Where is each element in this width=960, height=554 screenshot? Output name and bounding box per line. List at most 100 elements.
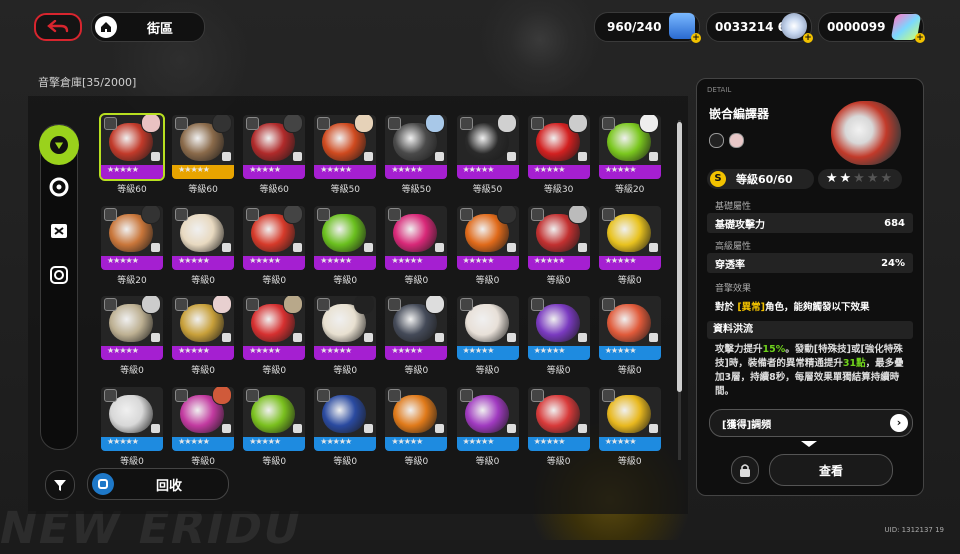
wengine-name: 嵌合編譯器: [709, 107, 770, 121]
wengine-card[interactable]: ★★★★★: [243, 296, 306, 360]
base-stats-heading: 基礎屬性: [715, 202, 752, 212]
lock-icon: [435, 152, 445, 161]
battery-value: 960/240: [607, 20, 662, 34]
card-level: 等級0: [333, 456, 358, 467]
wengine-card[interactable]: ★★★★★: [527, 115, 590, 179]
home-button[interactable]: 街區: [91, 12, 205, 42]
wengine-card[interactable]: ★★★★★: [243, 115, 306, 179]
wengine-card[interactable]: ★★★★★: [101, 296, 163, 360]
wengine-card[interactable]: ★★★★★: [456, 386, 519, 451]
card-level: 等級0: [262, 366, 287, 376]
card-level: 等級60: [259, 185, 289, 195]
lock-icon: [151, 242, 160, 252]
wengine-card[interactable]: ★★★★★: [527, 205, 590, 270]
desc-highlight-pts: 31點: [842, 358, 866, 369]
specialty-icon: [175, 207, 189, 221]
wengine-card[interactable]: ★★★★★: [527, 386, 590, 451]
filter-button[interactable]: [45, 470, 75, 500]
wengine-card[interactable]: ★★★★★: [527, 296, 590, 360]
wengine-card[interactable]: ★★★★★: [314, 205, 377, 270]
wengine-card[interactable]: ★★★★★: [385, 296, 448, 360]
equipped-agent-avatar: [283, 115, 304, 133]
wengine-card[interactable]: ★★★★★: [314, 296, 377, 360]
specialty-icon: [459, 207, 473, 221]
scrollbar-thumb[interactable]: [677, 122, 682, 392]
wengine-card[interactable]: ★★★★★: [172, 115, 235, 179]
chevron-right-icon: ›: [890, 414, 908, 432]
dennies-resource[interactable]: 0033214 69 +: [706, 12, 813, 43]
equipped-agent-avatar: [212, 386, 233, 405]
wengine-card[interactable]: ★★★★★: [243, 386, 306, 451]
category-wengine-tab[interactable]: [39, 125, 79, 165]
wengine-card[interactable]: ★★★★★: [456, 296, 519, 360]
wengine-card[interactable]: ★★★★★: [598, 386, 661, 451]
lock-icon: [293, 242, 303, 252]
card-level: 等級0: [191, 366, 215, 376]
wengine-card[interactable]: ★★★★★: [101, 386, 163, 451]
wengine-card[interactable]: ★★★★★: [598, 205, 661, 270]
card-stars: ★★★★★: [391, 346, 423, 355]
card-level: 等級0: [404, 366, 429, 376]
category-material-tab[interactable]: [41, 213, 77, 249]
polychrome-resource[interactable]: 0000099 +: [818, 12, 925, 43]
card-stars: ★★★★★: [107, 436, 139, 446]
specialty-icon: [388, 207, 402, 221]
wengine-card[interactable]: ★★★★★: [172, 386, 235, 451]
signature-agent-icon: [729, 133, 744, 148]
level-row: S 等級60/60: [707, 169, 814, 189]
lock-icon: [577, 333, 587, 342]
wengine-card[interactable]: ★★★★★: [598, 115, 661, 179]
level-value: 等級60/60: [736, 173, 793, 186]
category-disc-tab[interactable]: [41, 169, 77, 205]
lock-icon: [222, 423, 232, 433]
lock-icon: [648, 423, 658, 433]
lock-icon: [506, 333, 516, 342]
add-dennies-icon[interactable]: +: [803, 33, 813, 43]
lock-button[interactable]: [731, 456, 759, 484]
wengine-card[interactable]: ★★★★★: [385, 205, 448, 270]
wengine-card[interactable]: ★★★★★: [314, 115, 377, 179]
card-stars: ★★★★★: [249, 346, 281, 355]
wengine-card[interactable]: ★★★★★: [385, 386, 448, 451]
expand-caret-icon[interactable]: [801, 441, 817, 447]
wengine-card[interactable]: ★★★★★: [99, 113, 165, 181]
wengine-card[interactable]: ★★★★★: [101, 205, 163, 270]
wengine-card[interactable]: ★★★★★: [385, 115, 448, 179]
lock-icon: [222, 242, 232, 252]
equipped-agent-avatar: [496, 115, 517, 133]
filter-icon: [54, 480, 66, 491]
card-level: 等級0: [475, 275, 500, 286]
specialty-icon: [317, 388, 331, 402]
lock-icon: [648, 152, 658, 161]
wengine-card[interactable]: ★★★★★: [456, 205, 519, 270]
view-button[interactable]: 查看: [769, 454, 893, 486]
card-level: 等級0: [617, 456, 642, 467]
source-button[interactable]: [獲得]調頻 ›: [709, 409, 913, 437]
wengine-card[interactable]: ★★★★★: [243, 205, 306, 270]
card-stars: ★★★★★: [604, 436, 637, 446]
lock-icon: [506, 242, 516, 252]
specialty-icon: [317, 117, 331, 130]
lock-icon: [151, 423, 160, 433]
add-battery-icon[interactable]: +: [691, 33, 701, 43]
battery-resource[interactable]: 960/240 +: [594, 12, 701, 43]
recycle-button[interactable]: 回收: [87, 468, 229, 500]
card-stars: ★★★★★: [533, 436, 566, 446]
wengine-card[interactable]: ★★★★★: [456, 115, 519, 179]
card-stars: ★★★★★: [391, 255, 423, 265]
back-button[interactable]: [34, 13, 82, 41]
lock-icon: [506, 423, 516, 433]
card-level: 等級0: [475, 456, 500, 467]
equipped-agent-avatar: [141, 296, 161, 314]
equipped-agent-avatar: [212, 115, 233, 133]
wengine-card[interactable]: ★★★★★: [172, 296, 235, 360]
specialty-icon: [459, 117, 473, 130]
lock-icon: [151, 152, 160, 161]
wengine-card[interactable]: ★★★★★: [314, 386, 377, 451]
wengine-card[interactable]: ★★★★★: [172, 205, 235, 270]
add-polychrome-icon[interactable]: +: [915, 33, 925, 43]
wengine-card[interactable]: ★★★★★: [598, 296, 661, 360]
card-level: 等級0: [191, 275, 215, 286]
category-bangboo-tab[interactable]: [41, 257, 77, 293]
effect-heading: 音擎效果: [715, 284, 752, 294]
